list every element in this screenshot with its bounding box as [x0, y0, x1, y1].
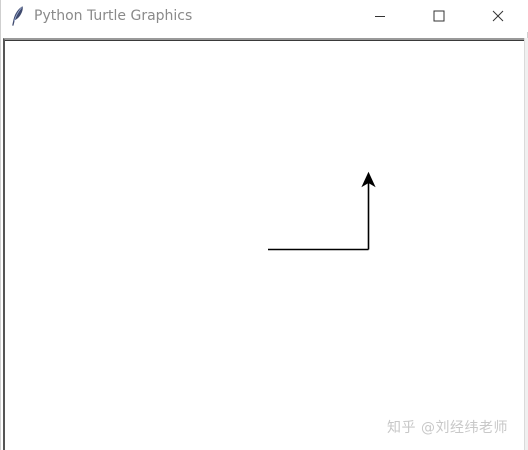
turtle-canvas[interactable] [3, 38, 524, 450]
drawing-surface [268, 171, 376, 251]
tk-feather-icon [10, 5, 26, 27]
close-icon [492, 10, 504, 22]
turtle-window: Python Turtle Graphics 知乎 @刘经纬老师 [0, 0, 528, 450]
watermark-text: 知乎 @刘经纬老师 [387, 420, 508, 436]
maximize-icon [433, 10, 445, 22]
title-bar[interactable]: Python Turtle Graphics [1, 0, 528, 32]
close-button[interactable] [469, 0, 527, 32]
window-title: Python Turtle Graphics [34, 8, 193, 24]
minimize-icon [374, 10, 386, 22]
minimize-button[interactable] [351, 0, 409, 32]
maximize-button[interactable] [410, 0, 468, 32]
right-edge-scrollbar[interactable] [524, 38, 528, 450]
